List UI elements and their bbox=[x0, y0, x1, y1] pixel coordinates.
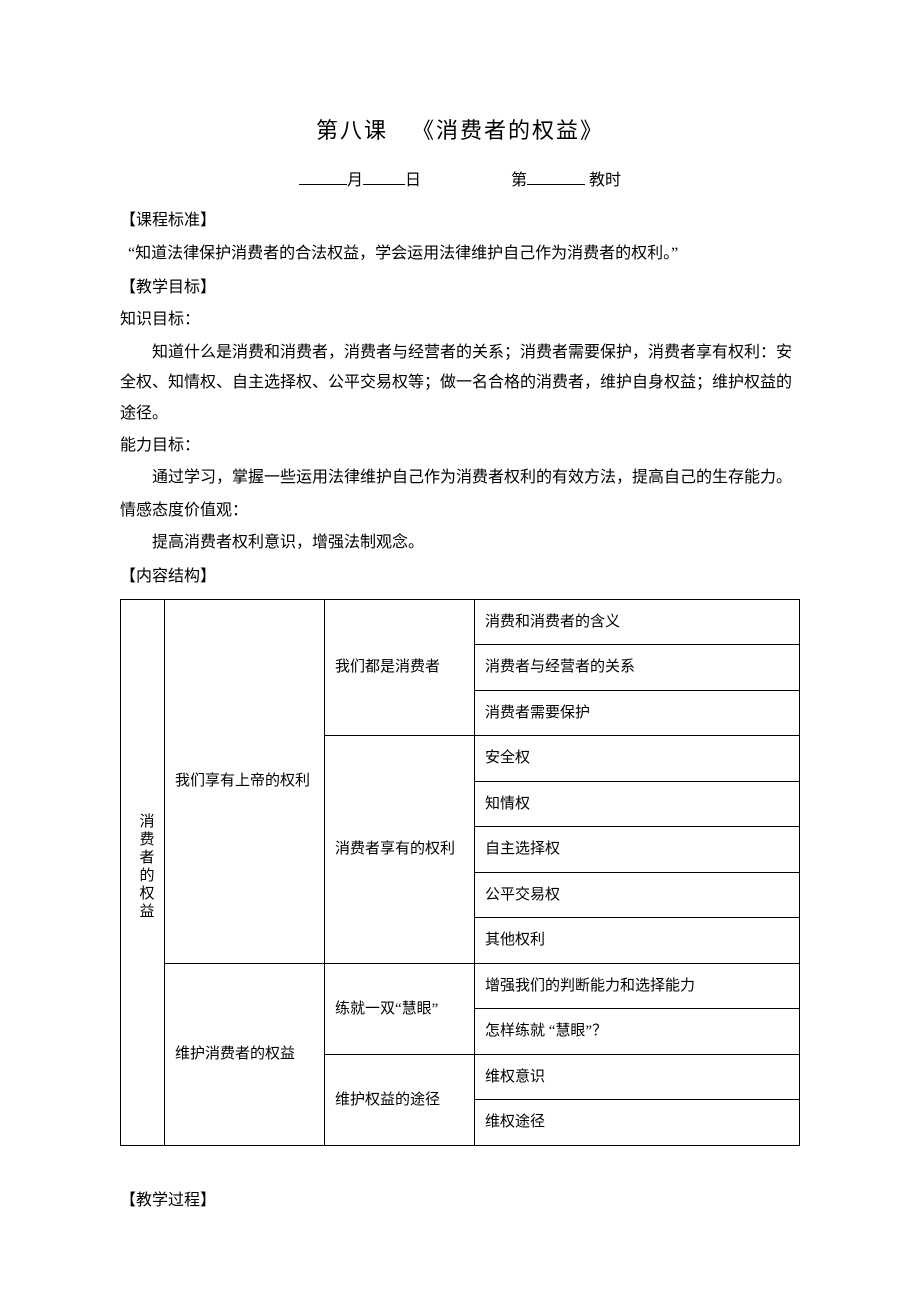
day-label: 日 bbox=[405, 172, 421, 189]
item-cell: 知情权 bbox=[475, 781, 800, 827]
table-row: 维护消费者的权益 练就一双“慧眼” 增强我们的判断能力和选择能力 bbox=[121, 963, 800, 1009]
period-blank[interactable] bbox=[527, 169, 585, 185]
period-label: 教时 bbox=[589, 172, 621, 189]
item-cell: 消费和消费者的含义 bbox=[475, 599, 800, 645]
structure-table: 消费者的权益 我们享有上帝的权利 我们都是消费者 消费和消费者的含义 消费者与经… bbox=[120, 599, 800, 1146]
day-blank[interactable] bbox=[363, 169, 405, 185]
structure-head: 【内容结构】 bbox=[120, 562, 800, 592]
month-label: 月 bbox=[347, 172, 363, 189]
item-cell: 自主选择权 bbox=[475, 827, 800, 873]
subsection-cell: 消费者享有的权利 bbox=[325, 736, 475, 964]
subsection-cell: 我们都是消费者 bbox=[325, 599, 475, 736]
item-cell: 维权意识 bbox=[475, 1054, 800, 1100]
item-cell: 维权途径 bbox=[475, 1100, 800, 1146]
standard-body: “知道法律保护消费者的合法权益，学会运用法律维护自己作为消费者的权利。” bbox=[128, 239, 800, 269]
process-head: 【教学过程】 bbox=[120, 1186, 800, 1216]
item-cell: 消费者需要保护 bbox=[475, 690, 800, 736]
item-cell: 安全权 bbox=[475, 736, 800, 782]
item-cell: 增强我们的判断能力和选择能力 bbox=[475, 963, 800, 1009]
attitude-label: 情感态度价值观： bbox=[120, 496, 800, 526]
ordinal-prefix: 第 bbox=[511, 172, 527, 189]
attitude-body: 提高消费者权利意识，增强法制观念。 bbox=[120, 528, 800, 558]
date-line: 月 日 第 教时 bbox=[120, 166, 800, 196]
subsection-cell: 练就一双“慧眼” bbox=[325, 963, 475, 1054]
section-cell: 我们享有上帝的权利 bbox=[165, 599, 325, 963]
month-blank[interactable] bbox=[299, 169, 347, 185]
item-cell: 公平交易权 bbox=[475, 872, 800, 918]
standard-head: 【课程标准】 bbox=[120, 206, 800, 236]
page-title: 第八课 《消费者的权益》 bbox=[120, 110, 800, 152]
ability-label: 能力目标： bbox=[120, 431, 800, 461]
item-cell: 其他权利 bbox=[475, 918, 800, 964]
knowledge-label: 知识目标： bbox=[120, 305, 800, 335]
goal-head: 【教学目标】 bbox=[120, 273, 800, 303]
ability-body: 通过学习，掌握一些运用法律维护自己作为消费者权利的有效方法，提高自己的生存能力。 bbox=[120, 463, 800, 493]
subsection-cell: 维护权益的途径 bbox=[325, 1054, 475, 1145]
item-cell: 怎样练就 “慧眼”？ bbox=[475, 1009, 800, 1055]
root-cell: 消费者的权益 bbox=[121, 599, 165, 1145]
knowledge-body: 知道什么是消费和消费者，消费者与经营者的关系；消费者需要保护，消费者享有权利：安… bbox=[120, 338, 800, 429]
table-row: 消费者的权益 我们享有上帝的权利 我们都是消费者 消费和消费者的含义 bbox=[121, 599, 800, 645]
section-cell: 维护消费者的权益 bbox=[165, 963, 325, 1145]
item-cell: 消费者与经营者的关系 bbox=[475, 645, 800, 691]
